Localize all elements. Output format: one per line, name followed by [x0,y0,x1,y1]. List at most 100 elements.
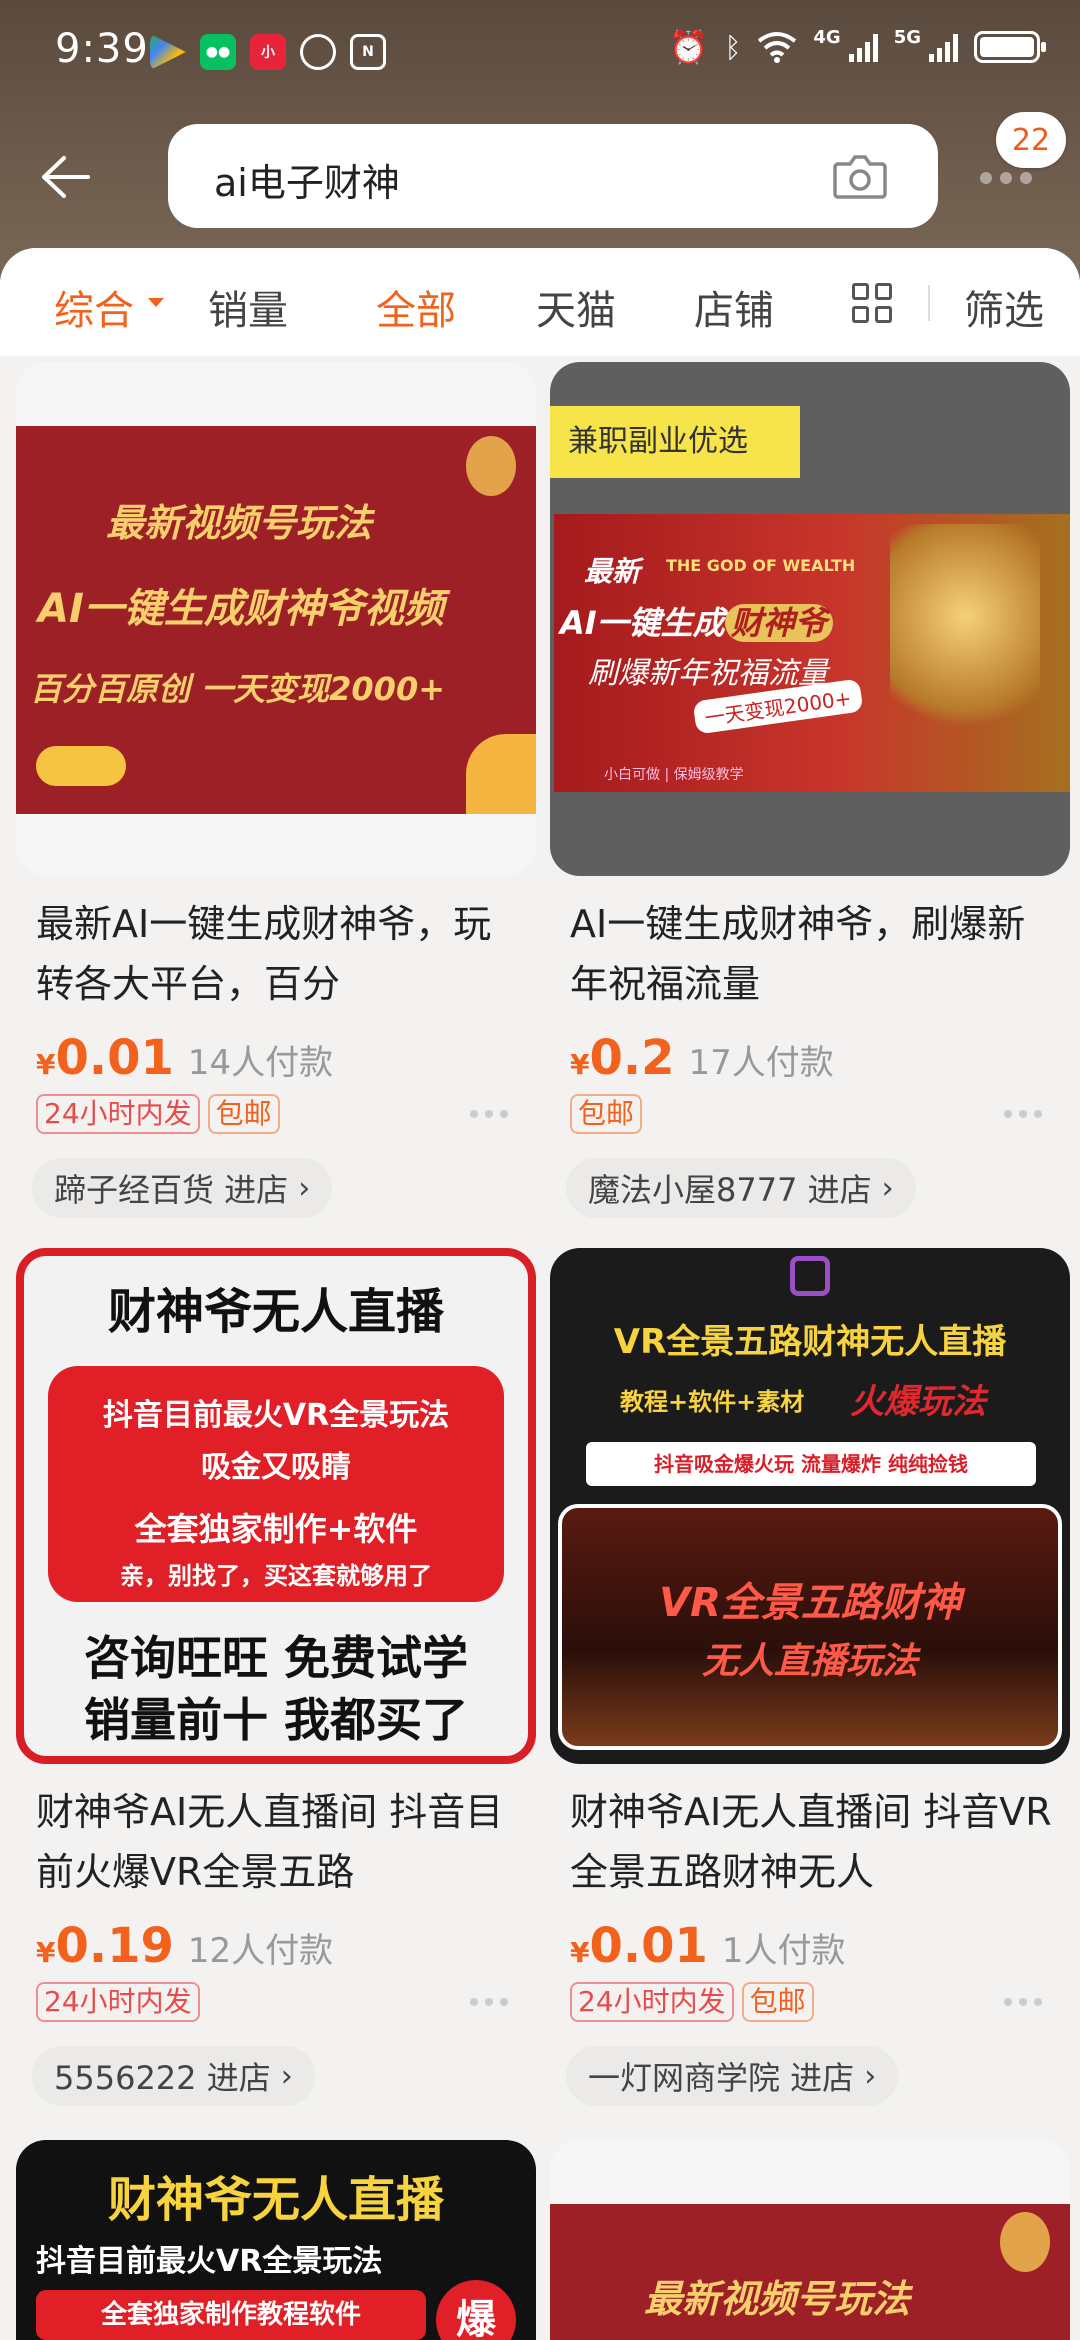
image-text-line: AI一键生成财神爷视频 [38,586,444,632]
image-text-line: 无人直播玩法 [701,1641,918,1682]
product-image[interactable]: 最新视频号玩法 AI一键生成财神爷视频 百分百原创 一天变现2000+ [16,362,536,876]
filter-bar: 综合 销量 全部 天猫 店铺 筛选 [0,248,1080,356]
shop-link[interactable]: 魔法小屋8777 进店 › [566,1158,916,1218]
search-bar[interactable]: ai电子财神 [168,124,938,228]
price-row: ¥ 0.01 1人付款 [570,1918,1052,1974]
filter-all[interactable]: 全部 [376,278,456,336]
wechat-icon: ●● [200,34,236,70]
image-text-line: AI一键生成 [560,604,725,642]
filter-sales[interactable]: 销量 [208,278,288,336]
currency-symbol: ¥ [570,1048,590,1081]
notification-icons: ●● 小 N [150,34,386,70]
chevron-right-icon: › [298,1170,311,1206]
shop-link[interactable]: 一灯网商学院 进店 › [566,2046,899,2106]
image-text-line: 财神爷无人直播 [107,1284,444,1340]
currency-symbol: ¥ [570,1936,590,1969]
product-title[interactable]: 财神爷AI无人直播间 抖音目前火爆VR全景五路 [36,1782,518,1902]
nfc-icon: N [350,34,386,70]
filter-screen[interactable]: 筛选 [964,278,1044,336]
shop-name: 蹄子经百货 进店 [54,1171,289,1209]
filter-stores[interactable]: 店铺 [694,278,774,336]
more-menu-icon[interactable] [980,172,1032,184]
shop-name: 5556222 进店 [54,2059,271,2097]
product-price: 0.01 [55,1030,174,1086]
chevron-right-icon: › [881,1170,894,1206]
more-options-icon[interactable] [470,1110,508,1118]
currency-symbol: ¥ [36,1048,56,1081]
filter-comprehensive[interactable]: 综合 [54,278,134,336]
tag-row: 24小时内发 [36,1982,518,2022]
image-text-line: VR全景五路财神无人直播 [613,1322,1007,1362]
camera-icon[interactable] [832,152,888,200]
product-title[interactable]: 财神爷AI无人直播间 抖音VR全景五路财神无人 [570,1782,1052,1902]
god-of-wealth-figure [466,436,516,496]
image-text-line: VR全景五路财神 [659,1580,961,1626]
image-text-line: 抖音吸金爆火玩 流量爆炸 纯纯捡钱 [586,1442,1036,1486]
hot-badge: 爆 [436,2280,516,2340]
shop-name: 一灯网商学院 进店 [588,2059,855,2097]
product-image[interactable]: 财神爷无人直播 抖音目前最火VR全景玩法 全套独家制作教程软件 爆 [16,2140,536,2340]
product-title[interactable]: 最新AI一键生成财神爷，玩转各大平台，百分 [36,894,518,1014]
grid-view-icon[interactable] [852,283,892,323]
image-text-line: 最新 [584,555,641,588]
product-card[interactable]: VR全景五路财神无人直播 教程+软件+素材 火爆玩法 抖音吸金爆火玩 流量爆炸 … [550,1248,1070,2106]
image-text-line: 全套独家制作+软件 [134,1510,418,1548]
image-text-line: THE GOD OF WEALTH [666,556,856,575]
tag-fast-shipping: 24小时内发 [36,1982,200,2022]
status-bar: 9:39 ●● 小 N ⏰ ᛒ 4G 5G [0,0,1080,100]
image-text-line: 百分百原创 一天变现2000+ [30,670,446,708]
shop-link[interactable]: 蹄子经百货 进店 › [32,1158,333,1218]
image-text-line: 抖音目前最火VR全景玩法 [36,2244,383,2279]
product-image[interactable]: 最新视频号玩法 [550,2140,1070,2340]
chevron-right-icon: › [864,2058,877,2094]
tag-free-shipping: 包邮 [570,1094,643,1134]
signal-5g-icon [929,32,958,62]
image-text-line: 咨询旺旺 免费试学 [83,1631,468,1685]
sort-caret-icon[interactable] [148,298,164,307]
product-card[interactable]: 兼职副业优选 THE GOD OF WEALTH 最新 AI一键生成 财神爷 刷爆… [550,362,1070,1218]
god-of-wealth-figure [890,524,1040,754]
tag-fast-shipping: 24小时内发 [36,1094,200,1134]
thumbs-up-graphic [466,734,536,814]
shop-name: 魔法小屋8777 进店 [588,1171,872,1209]
product-price: 0.2 [589,1030,675,1086]
image-text-line: 全套独家制作教程软件 [36,2290,426,2340]
image-text-line: 财神爷 [724,604,833,642]
product-card[interactable]: 最新视频号玩法 AI一键生成财神爷视频 百分百原创 一天变现2000+ 最新AI… [16,362,536,1218]
more-options-icon[interactable] [470,1998,508,2006]
signal-4g-icon [848,32,878,62]
filter-tmall[interactable]: 天猫 [536,278,616,336]
product-image[interactable]: 兼职副业优选 THE GOD OF WEALTH 最新 AI一键生成 财神爷 刷爆… [550,362,1070,876]
product-title[interactable]: AI一键生成财神爷，刷爆新年祝福流量 [570,894,1052,1014]
sold-count: 12人付款 [187,1931,334,1971]
image-text-line: 教程+软件+素材 [620,1388,805,1416]
image-text-line: 财神爷无人直播 [107,2172,444,2228]
image-text-line: 小白可做 | 保姆级教学 [604,767,744,783]
app-notification-icon [300,34,336,70]
product-image[interactable]: 财神爷无人直播 抖音目前最火VR全景玩法 吸金又吸睛 全套独家制作+软件 亲，别… [16,1248,536,1764]
tag-row: 24小时内发 包邮 [36,1094,518,1134]
tag-row: 24小时内发 包邮 [570,1982,1052,2022]
more-options-icon[interactable] [1004,1110,1042,1118]
tag-free-shipping: 包邮 [741,1982,814,2022]
alarm-icon: ⏰ [668,28,709,66]
product-image[interactable]: VR全景五路财神无人直播 教程+软件+素材 火爆玩法 抖音吸金爆火玩 流量爆炸 … [550,1248,1070,1764]
image-text-line: 最新视频号玩法 [644,2277,911,2321]
battery-icon [974,31,1046,63]
network-4g-label: 4G [813,26,841,48]
sold-count: 1人付款 [721,1931,846,1971]
image-poster: THE GOD OF WEALTH 最新 AI一键生成 财神爷 刷爆新年祝福流量 … [554,514,1070,792]
image-text-line: 吸金又吸睛 [201,1450,351,1485]
message-count-badge[interactable]: 22 [996,112,1066,168]
status-time: 9:39 [55,26,149,72]
shop-link[interactable]: 5556222 进店 › [32,2046,315,2106]
back-arrow-icon[interactable] [36,148,94,206]
product-card[interactable]: 最新视频号玩法 [550,2140,1070,2340]
wifi-icon [758,32,797,63]
search-input[interactable]: ai电子财神 [214,152,400,207]
product-price: 0.19 [55,1918,174,1974]
product-card[interactable]: 财神爷无人直播 抖音目前最火VR全景玩法 全套独家制作教程软件 爆 [16,2140,536,2340]
product-card[interactable]: 财神爷无人直播 抖音目前最火VR全景玩法 吸金又吸睛 全套独家制作+软件 亲，别… [16,1248,536,2106]
filter-divider [928,285,930,321]
more-options-icon[interactable] [1004,1998,1042,2006]
